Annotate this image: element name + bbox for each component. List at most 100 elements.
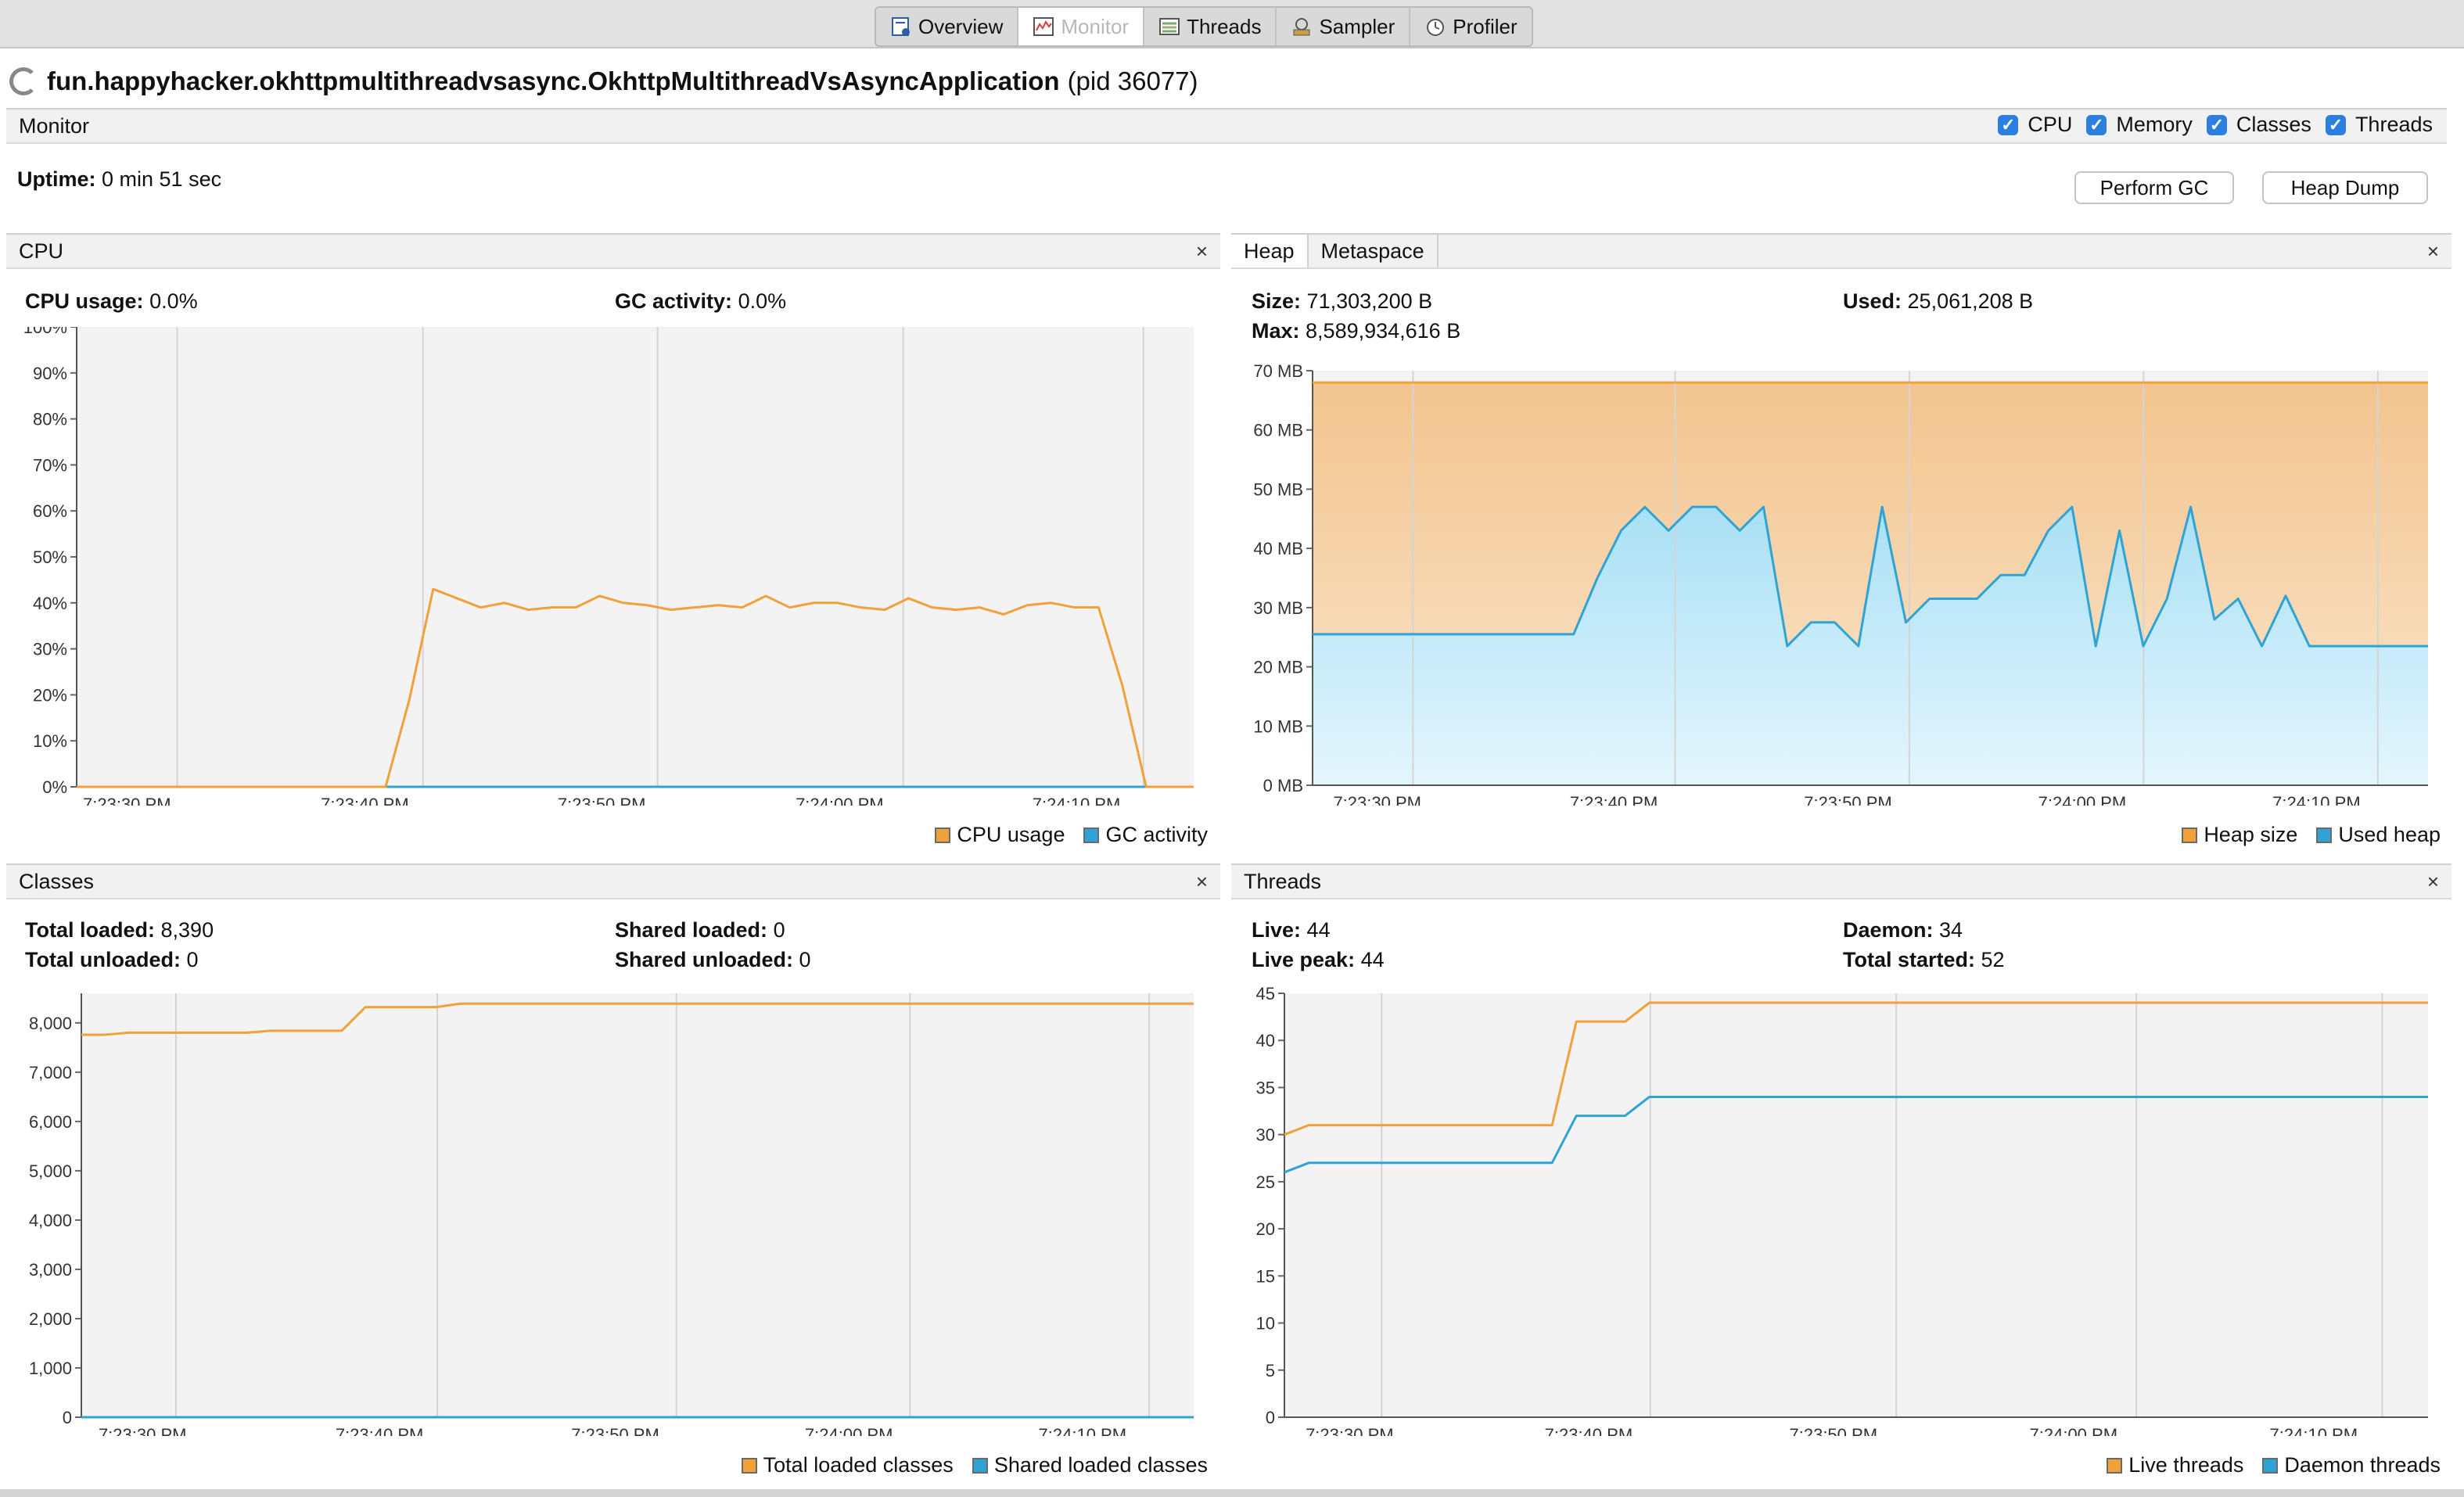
threads-panel-header: Threads × <box>1231 863 2451 899</box>
tab-label: Sampler <box>1319 14 1395 38</box>
y-tick-label: 100% <box>23 327 67 337</box>
checkbox-label: CPU <box>2028 113 2073 136</box>
profiler-icon <box>1427 19 1445 36</box>
uptime-label: Uptime: <box>17 167 96 191</box>
tab-overview[interactable]: Overview <box>876 8 1019 45</box>
stat-label: Shared unloaded: <box>615 948 794 971</box>
y-tick-label: 0 <box>63 1408 72 1427</box>
y-tick-label: 90% <box>33 364 67 383</box>
cpu-panel-header: CPU × <box>6 233 1220 269</box>
heap-panel-header: Heap Metaspace × <box>1231 233 2451 269</box>
stat-value: 34 <box>1939 918 1963 942</box>
legend-label: Live threads <box>2128 1453 2244 1477</box>
x-tick-label: 7:23:50 PM <box>571 1425 659 1436</box>
total-loaded-stat: Total loaded: 8,390 <box>25 918 214 942</box>
x-tick-label: 7:23:50 PM <box>1790 1425 1878 1436</box>
x-tick-label: 7:24:00 PM <box>2030 1425 2118 1436</box>
classes-panel-title: Classes <box>19 869 95 893</box>
tab-profiler[interactable]: Profiler <box>1410 8 1531 45</box>
stat-value: 52 <box>1981 948 2005 971</box>
close-icon[interactable]: × <box>2427 870 2439 894</box>
tab-sampler[interactable]: Sampler <box>1277 8 1411 45</box>
app-title: fun.happyhacker.okhttpmultithreadvsasync… <box>47 66 1060 95</box>
classes-legend: Total loaded classes Shared loaded class… <box>741 1453 1208 1477</box>
legend-item: GC activity <box>1083 823 1208 847</box>
stat-label: Daemon: <box>1843 918 1934 942</box>
legend-swatch <box>972 1457 988 1474</box>
check-icon: ✓ <box>2206 114 2227 135</box>
x-tick-label: 7:24:00 PM <box>2038 793 2127 806</box>
x-tick-label: 7:24:10 PM <box>2270 1425 2358 1436</box>
tab-monitor[interactable]: Monitor <box>1018 8 1145 45</box>
close-icon[interactable]: × <box>2427 239 2439 264</box>
checkbox-label: Threads <box>2354 113 2433 136</box>
classes-chart: 0 1,000 2,000 3,000 4,000 5,000 6,000 7,000 8,00… <box>29 993 1194 1436</box>
tab-metaspace[interactable]: Metaspace <box>1309 235 1439 267</box>
stat-value: 0.0% <box>738 289 787 313</box>
view-tabs: Overview Monitor Threads Sampler Profile… <box>875 6 1533 47</box>
stat-label: CPU usage: <box>25 289 144 313</box>
y-tick-label: 45 <box>1256 984 1275 1003</box>
plot-background <box>77 327 1194 787</box>
tab-threads[interactable]: Threads <box>1144 8 1277 45</box>
legend-swatch <box>2262 1457 2279 1474</box>
x-tick-label: 7:24:10 PM <box>2272 793 2361 806</box>
threads-chart: 0 5 10 15 20 25 30 35 40 45 7:23:30 PM 7:23:40 PM 7:… <box>1256 984 2428 1436</box>
cpu-panel-title: CPU <box>19 239 64 263</box>
x-tick-label: 7:24:00 PM <box>796 795 884 806</box>
monitor-header: Monitor ✓ CPU ✓ Memory ✓ Classes ✓ Threads <box>6 108 2447 144</box>
stat-label: Live: <box>1252 918 1302 942</box>
x-tick-label: 7:24:10 PM <box>1039 1425 1127 1436</box>
stat-value: 25,061,208 B <box>1907 289 2034 313</box>
x-tick-label: 7:23:40 PM <box>336 1425 424 1436</box>
perform-gc-button[interactable]: Perform GC <box>2074 171 2234 204</box>
legend-swatch <box>2107 1457 2123 1474</box>
y-tick-label: 0 MB <box>1263 776 1303 795</box>
tab-heap[interactable]: Heap <box>1231 235 1309 267</box>
stat-value: 8,390 <box>160 918 214 942</box>
y-tick-label: 8,000 <box>29 1014 72 1033</box>
x-tick-label: 7:23:30 PM <box>1333 793 1421 806</box>
classes-checkbox[interactable]: ✓ Classes <box>2206 113 2311 137</box>
stat-value: 71,303,200 B <box>1306 289 1433 313</box>
x-tick-label: 7:23:40 PM <box>1545 1425 1633 1436</box>
shared-unloaded-stat: Shared unloaded: 0 <box>615 948 811 972</box>
loading-spinner-icon <box>9 67 38 95</box>
y-tick-label: 5,000 <box>29 1161 72 1181</box>
tab-label: Monitor <box>1061 14 1130 38</box>
legend-label: GC activity <box>1105 823 1208 846</box>
stat-value: 8,589,934,616 B <box>1306 319 1461 343</box>
y-tick-label: 50% <box>33 547 67 567</box>
y-tick-label: 0 <box>1266 1408 1275 1427</box>
x-tick-label: 7:23:40 PM <box>1570 793 1658 806</box>
y-tick-label: 30 MB <box>1253 598 1303 618</box>
monitor-checkboxes: ✓ CPU ✓ Memory ✓ Classes ✓ Threads <box>1998 113 2447 137</box>
heap-used-stat: Used: 25,061,208 B <box>1843 289 2033 314</box>
heap-tabs: Heap Metaspace <box>1231 235 1439 267</box>
cpu-checkbox[interactable]: ✓ CPU <box>1998 113 2072 137</box>
legend-label: Used heap <box>2338 823 2441 846</box>
overview-icon <box>892 17 910 36</box>
y-tick-label: 10 MB <box>1253 716 1303 736</box>
stat-value: 44 <box>1360 948 1385 971</box>
memory-checkbox[interactable]: ✓ Memory <box>2086 113 2193 137</box>
cpu-chart: 0% 10% 20% 30% 40% 50% 60% 70% 80% 90% 100% 7:23:30… <box>23 327 1194 806</box>
x-tick-label: 7:24:10 PM <box>1033 795 1121 806</box>
y-tick-label: 15 <box>1256 1266 1275 1286</box>
y-tick-label: 60 MB <box>1253 421 1303 440</box>
y-tick-label: 5 <box>1266 1361 1275 1380</box>
y-tick-label: 20% <box>33 685 67 705</box>
stat-label: Total started: <box>1843 948 1976 971</box>
legend-label: CPU usage <box>957 823 1065 846</box>
app-pid: (pid 36077) <box>1067 66 1198 95</box>
heap-dump-button[interactable]: Heap Dump <box>2262 171 2428 204</box>
gc-activity-stat: GC activity: 0.0% <box>615 289 786 314</box>
legend-item: Shared loaded classes <box>972 1453 1208 1477</box>
close-icon[interactable]: × <box>1196 239 1208 264</box>
sampler-icon <box>1293 18 1310 36</box>
close-icon[interactable]: × <box>1196 870 1208 894</box>
threads-checkbox[interactable]: ✓ Threads <box>2325 113 2433 137</box>
x-tick-label: 7:23:30 PM <box>99 1425 187 1436</box>
check-icon: ✓ <box>2325 114 2346 135</box>
y-tick-label: 30% <box>33 640 67 659</box>
